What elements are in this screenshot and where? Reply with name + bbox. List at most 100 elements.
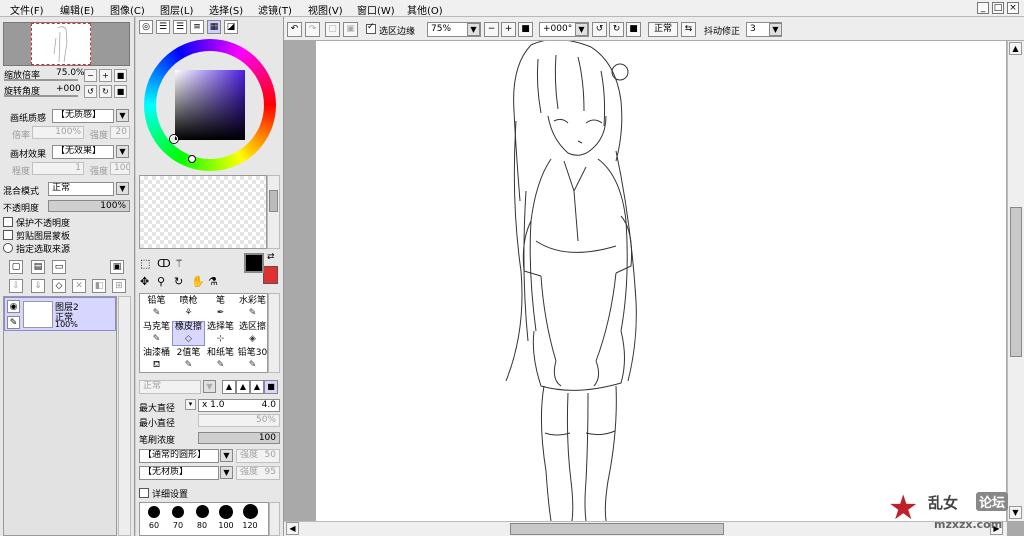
scroll-left-icon[interactable]: ◀ [286, 522, 299, 535]
swatches-tab-icon[interactable]: ▦ [207, 20, 221, 34]
delete-layer-icon[interactable]: ✕ [72, 279, 86, 293]
brush-edge-flat-icon[interactable]: ■ [264, 380, 278, 394]
chevron-down-icon[interactable]: ▼ [769, 23, 782, 36]
detail-settings-checkbox[interactable] [139, 488, 149, 498]
chevron-down-icon[interactable]: ▼ [575, 23, 588, 36]
brush-size-dot[interactable] [172, 506, 184, 518]
zoom-fit-icon[interactable]: ■ [518, 22, 533, 37]
texture-ratio-value[interactable]: 100% [32, 126, 84, 139]
layer-list-scrollbar[interactable] [118, 296, 131, 536]
tool-grid-scrollbar[interactable] [268, 293, 280, 373]
invert-selection-icon[interactable]: ▣ [343, 22, 358, 37]
layer-settings-icon[interactable]: ▣ [110, 260, 124, 274]
clip-mask-checkbox[interactable] [3, 230, 13, 240]
eye-icon[interactable]: ◉ [7, 300, 20, 313]
color-wheel[interactable] [144, 39, 276, 171]
flip-horizontal-icon[interactable]: ⇆ [681, 22, 696, 37]
menu-file[interactable]: 文件(F) [10, 2, 44, 17]
magic-wand-icon[interactable]: ⚚ [174, 257, 184, 270]
new-layer-icon[interactable]: ▢ [9, 260, 23, 274]
horizontal-scroll-thumb[interactable] [510, 523, 724, 535]
restore-button[interactable]: □ [992, 2, 1004, 14]
protect-opacity-checkbox[interactable] [3, 217, 13, 227]
close-button[interactable]: × [1007, 2, 1019, 14]
selection-edge-checkbox[interactable]: ✓ [366, 22, 376, 34]
scroll-up-icon[interactable]: ▲ [1009, 42, 1022, 55]
tool-select-eraser[interactable]: 选区擦 ◈ [236, 321, 269, 346]
color-picker-handle[interactable] [170, 135, 178, 143]
zoom-slider[interactable] [4, 79, 78, 81]
chevron-down-icon[interactable]: ▼ [220, 466, 233, 479]
tool-airbrush[interactable]: 喷枪 ⚘ [172, 295, 205, 320]
paper-effect-select[interactable]: 【无效果】 [52, 145, 114, 159]
new-folder-icon[interactable]: ▭ [52, 260, 66, 274]
eyedropper-icon[interactable]: ⚗ [208, 275, 218, 288]
brush-edge-soft-icon[interactable]: ▲ [250, 380, 264, 394]
lasso-icon[interactable]: ↀ [157, 257, 171, 270]
menu-layer[interactable]: 图层(L) [160, 2, 193, 17]
scratchpad-tab-icon[interactable]: ◪ [224, 20, 238, 34]
layer-item[interactable]: ◉ ✎ 图层2 正常 100% [4, 297, 116, 331]
effect-strength-value[interactable]: 100 [110, 162, 130, 175]
brush-size-dot[interactable] [196, 505, 209, 518]
blend-mode-select[interactable]: 正常 [48, 182, 114, 196]
rotate-reset-icon[interactable]: ■ [626, 22, 641, 37]
brush-lock-icon[interactable]: ✎ [7, 316, 20, 329]
secondary-color-swatch[interactable] [263, 266, 278, 284]
saturation-value-square[interactable] [175, 70, 245, 140]
navigator-viewport[interactable] [31, 23, 91, 65]
menu-image[interactable]: 图像(C) [110, 2, 145, 17]
zoom-in-button[interactable]: + [99, 69, 112, 82]
shape-strength-field[interactable]: 强度 50 [236, 449, 280, 463]
rotate-slider[interactable] [4, 95, 78, 97]
menu-edit[interactable]: 编辑(E) [60, 2, 94, 17]
tool-pencil30[interactable]: 铅笔30 ✎ [236, 347, 269, 372]
tool-eraser[interactable]: 橡皮擦 ◇ [172, 321, 205, 346]
zoom-out-icon[interactable]: − [484, 22, 499, 37]
brush-shape-select[interactable]: 【通常的圆形】 [139, 449, 219, 463]
redo-icon[interactable]: ↷ [305, 22, 320, 37]
color-wheel-tab-icon[interactable]: ◎ [139, 20, 153, 34]
brush-mode-select[interactable]: 正常 [139, 380, 201, 394]
chevron-down-icon[interactable]: ▼ [467, 23, 480, 36]
new-linework-layer-icon[interactable]: ▤ [31, 260, 45, 274]
brush-size-scrollbar[interactable] [269, 502, 280, 536]
zoom-tool-icon[interactable]: ⚲ [157, 275, 165, 288]
tool-pen[interactable]: 笔 ✒ [204, 295, 237, 320]
hand-tool-icon[interactable]: ✋ [191, 275, 205, 288]
menu-window[interactable]: 窗口(W) [357, 2, 395, 17]
gradient-tab-icon[interactable]: ≡ [190, 20, 204, 34]
swatch-scrollbar[interactable] [267, 175, 280, 249]
chevron-down-icon[interactable]: ▼ [203, 380, 216, 393]
swap-colors-icon[interactable]: ⇄ [267, 252, 275, 262]
tool-washi-pen[interactable]: 和纸笔 ✎ [204, 347, 237, 372]
tool-bucket[interactable]: 油漆桶 ⛾ [140, 347, 173, 372]
brush-size-dot[interactable] [219, 505, 233, 519]
vertical-scroll-thumb[interactable] [1010, 207, 1022, 357]
opacity-slider[interactable]: 100% [48, 200, 130, 212]
canvas-vertical-scrollbar[interactable]: ▲ ▼ [1007, 41, 1024, 521]
zoom-in-icon[interactable]: + [501, 22, 516, 37]
navigator-preview[interactable] [3, 22, 130, 66]
merge-visible-icon[interactable]: ⊞ [112, 279, 126, 293]
size-step-icon[interactable]: ▾ [185, 399, 196, 410]
move-icon[interactable]: ✥ [140, 275, 149, 288]
min-size-value[interactable]: 50% [198, 414, 280, 427]
paper-texture-select[interactable]: 【无质感】 [52, 109, 114, 123]
rotate-left-button[interactable]: ↺ [84, 85, 97, 98]
undo-icon[interactable]: ↶ [287, 22, 302, 37]
menu-filter[interactable]: 滤镜(T) [258, 2, 292, 17]
texture-strength-value[interactable]: 20 [110, 126, 130, 139]
brush-size-dot[interactable] [148, 506, 160, 518]
texture-strength-field[interactable]: 强度 95 [236, 466, 280, 480]
brush-edge-hard-icon[interactable]: ▲ [222, 380, 236, 394]
density-slider[interactable]: 100 [198, 432, 280, 444]
rotate-tool-icon[interactable]: ↻ [174, 275, 183, 288]
brush-edge-mid-icon[interactable]: ▲ [236, 380, 250, 394]
menu-other[interactable]: 其他(O) [407, 2, 443, 17]
tool-pencil[interactable]: 铅笔 ✎ [140, 295, 173, 320]
menu-select[interactable]: 选择(S) [209, 2, 243, 17]
rotate-ccw-icon[interactable]: ↺ [592, 22, 607, 37]
clear-layer-icon[interactable]: ◇ [52, 279, 66, 293]
hsv-slider-tab-icon[interactable]: ☰ [173, 20, 187, 34]
